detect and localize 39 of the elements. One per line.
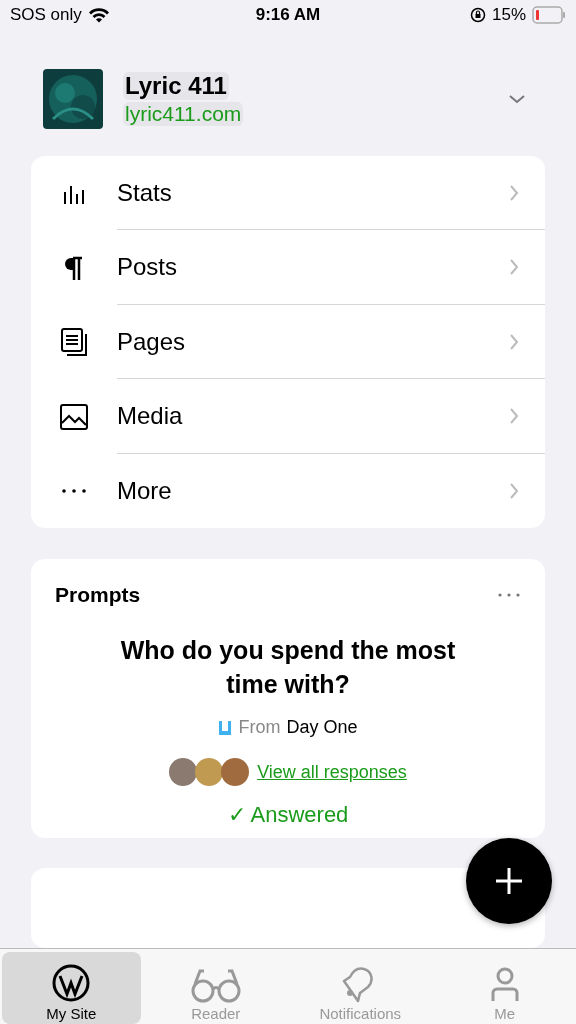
battery-percent: 15% — [491, 4, 526, 25]
image-icon — [60, 403, 88, 430]
add-button[interactable] — [466, 838, 552, 924]
plus-icon — [494, 866, 524, 896]
wordpress-icon — [51, 963, 92, 1003]
menu-item[interactable]: Posts — [31, 230, 545, 305]
more-icon[interactable] — [497, 592, 521, 599]
clock-time: 9:16 AM — [255, 4, 321, 25]
glasses-icon — [189, 967, 242, 1003]
rotation-lock-icon — [469, 6, 486, 23]
answered-status: ✓ Answered — [227, 802, 349, 829]
chevron-right-icon — [509, 332, 519, 351]
battery-icon — [532, 5, 566, 24]
avatar — [195, 758, 224, 787]
chevron-right-icon — [509, 183, 519, 202]
source-label: From — [238, 717, 281, 739]
chevron-down-icon[interactable] — [508, 94, 526, 105]
menu-item[interactable]: More — [31, 453, 545, 529]
menu-item[interactable]: Pages — [31, 304, 545, 380]
tab[interactable]: My Site — [2, 952, 141, 1024]
prompt-question: Who do you spend the most time with? — [119, 635, 457, 701]
site-title[interactable]: Lyric 411 — [123, 72, 229, 101]
pilcrow-icon — [64, 255, 84, 280]
day-one-icon — [218, 719, 233, 736]
avatar — [169, 758, 198, 787]
source-name: Day One — [286, 717, 358, 739]
pages-icon — [60, 327, 88, 358]
avatar — [221, 758, 250, 787]
chevron-right-icon — [509, 482, 519, 501]
card-title: Prompts — [55, 583, 141, 608]
menu-item[interactable]: Media — [31, 379, 545, 454]
wifi-icon — [87, 6, 110, 23]
chevron-right-icon — [509, 407, 519, 426]
menu-item[interactable]: Stats — [31, 155, 545, 231]
view-responses-link[interactable]: View all responses — [257, 761, 407, 783]
carrier-text: SOS only — [10, 4, 82, 25]
person-icon — [489, 967, 520, 1003]
more-icon — [61, 488, 87, 495]
chevron-right-icon — [509, 258, 519, 277]
